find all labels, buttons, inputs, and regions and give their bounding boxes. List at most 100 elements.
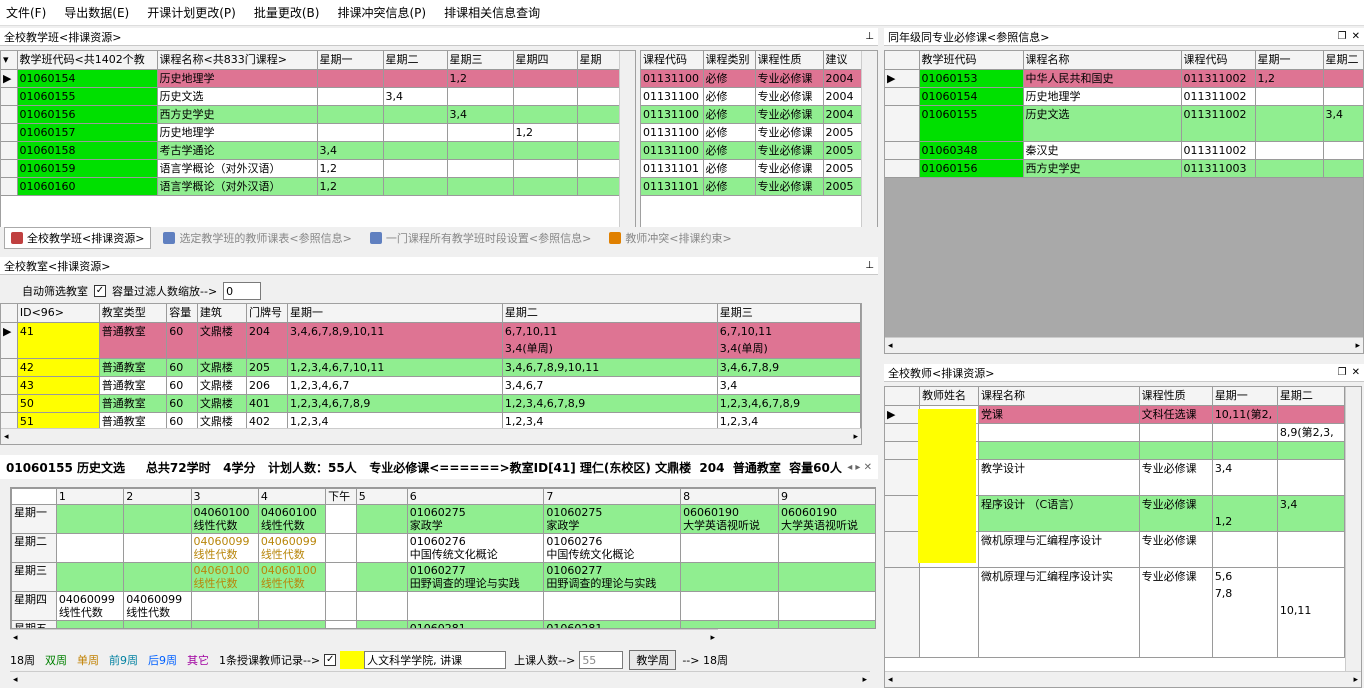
row-indicator[interactable]	[1, 141, 18, 160]
column-header[interactable]: 教学班代码<共1402个教	[17, 51, 158, 70]
restore-icon[interactable]: ❐	[1338, 367, 1347, 378]
table-row[interactable]: 01060156 西方史学史 011311003	[885, 159, 1363, 178]
table-row[interactable]: 01131100 必修 专业必修课 2004	[641, 87, 864, 106]
row-indicator[interactable]	[1, 376, 18, 395]
table-row[interactable]: 01060155 历史文选 3,4	[1, 87, 622, 106]
schedule-cell[interactable]: 06060190 大学英语视听说	[680, 504, 779, 534]
schedule-cell[interactable]	[123, 562, 192, 592]
schedule-cell[interactable]: 01060276 中国传统文化概论	[406, 533, 545, 563]
schedule-cell[interactable]	[190, 620, 259, 628]
column-header[interactable]: 建议	[823, 51, 864, 70]
column-header[interactable]: 门牌号	[246, 304, 288, 323]
menu-item[interactable]: 排课相关信息查询	[444, 4, 540, 21]
column-header[interactable]: 课程代码	[1181, 51, 1256, 70]
column-header[interactable]: 星期二	[383, 51, 448, 70]
column-header[interactable]: 星期二	[1277, 387, 1346, 406]
schedule-cell[interactable]: 06060190 大学英语视听说	[777, 504, 875, 534]
schedule-cell[interactable]: 01060281	[543, 620, 682, 628]
table-row[interactable]: 50 普通教室 60 文鼎楼 401 1,2,3,4,6,7,8,9 1,2,3,4,6,7…	[1, 394, 861, 413]
schedule-cell[interactable]: 01060277 田野调查的理论与实践	[406, 562, 545, 592]
column-header[interactable]: ID<96>	[17, 304, 100, 323]
schedule-cell[interactable]	[777, 591, 875, 621]
table-row[interactable]: ▶ 01060154 历史地理学 1,2	[1, 69, 622, 88]
capacity-filter-input[interactable]	[223, 282, 262, 300]
column-header[interactable]: 课程名称	[978, 387, 1140, 406]
row-indicator[interactable]	[885, 423, 921, 442]
schedule-cell[interactable]	[123, 620, 192, 628]
schedule-cell[interactable]: 01060277 田野调查的理论与实践	[543, 562, 682, 592]
menu-item[interactable]: 文件(F)	[6, 4, 46, 21]
tab-2[interactable]: 一门课程所有教学班时段设置<参照信息>	[364, 228, 597, 248]
pin-icon[interactable]: ⊥	[865, 31, 874, 42]
row-indicator[interactable]: ▶	[1, 322, 18, 359]
schedule-cell[interactable]: 04060099 线性代数	[55, 591, 125, 621]
menu-item[interactable]: 导出数据(E)	[64, 4, 129, 21]
table-row[interactable]: 01060159 语言学概论（对外汉语） 1,2	[1, 159, 622, 178]
pin-icon[interactable]: ⊥	[865, 260, 874, 271]
schedule-cell[interactable]: 01060275 家政学	[406, 504, 545, 534]
horizontal-scrollbar[interactable]: ◂▸	[1, 428, 861, 444]
row-indicator[interactable]	[1, 159, 18, 178]
vertical-scrollbar[interactable]	[619, 51, 635, 229]
teacher-checkbox[interactable]: ✓	[324, 654, 337, 666]
menu-item[interactable]: 批量更改(B)	[254, 4, 320, 21]
column-header[interactable]: 教师姓名	[919, 387, 980, 406]
table-row[interactable]: 01060160 语言学概论（对外汉语） 1,2	[1, 177, 622, 196]
row-indicator[interactable]	[1, 123, 18, 142]
column-header[interactable]: 星期一	[317, 51, 384, 70]
schedule-cell[interactable]	[123, 533, 192, 563]
table-row[interactable]: 01060156 西方史学史 3,4	[1, 105, 622, 124]
schedule-cell[interactable]	[355, 504, 408, 534]
tab-1[interactable]: 选定教学班的教师课表<参照信息>	[157, 228, 357, 248]
schedule-cell[interactable]	[355, 620, 408, 628]
schedule-cell[interactable]: 04060100 线性代数	[257, 504, 327, 534]
auto-filter-checkbox[interactable]: ✓	[94, 285, 106, 297]
table-row[interactable]: 01131100 必修 专业必修课 2005	[641, 123, 864, 142]
schedule-cell[interactable]	[55, 504, 125, 534]
table-row[interactable]: 01131101 必修 专业必修课 2005	[641, 159, 864, 178]
schedule-cell[interactable]: 04060099 线性代数	[190, 533, 259, 563]
schedule-cell[interactable]	[123, 504, 192, 534]
menu-item[interactable]: 排课冲突信息(P)	[337, 4, 426, 21]
schedule-cell[interactable]	[777, 562, 875, 592]
column-header[interactable]: 星期三	[717, 304, 861, 323]
row-indicator[interactable]	[1, 87, 18, 106]
column-header[interactable]: 课程名称<共833门课程>	[157, 51, 318, 70]
table-row[interactable]: ▶ 41 普通教室 60 文鼎楼 204 3,4,6,7,8,9,10,11 6,7,10,1…	[1, 322, 861, 359]
column-header[interactable]: 星期一	[1255, 51, 1324, 70]
row-indicator[interactable]	[885, 495, 921, 532]
schedule-cell[interactable]	[680, 533, 779, 563]
table-row[interactable]: 01060157 历史地理学 1,2	[1, 123, 622, 142]
schedule-cell[interactable]	[355, 562, 408, 592]
close-icon[interactable]: ✕	[1352, 367, 1360, 378]
column-header[interactable]: 课程类别	[703, 51, 756, 70]
column-header[interactable]: 课程名称	[1023, 51, 1182, 70]
column-header[interactable]: 星期三	[447, 51, 514, 70]
row-indicator[interactable]	[1, 105, 18, 124]
schedule-cell[interactable]	[55, 562, 125, 592]
row-indicator[interactable]	[885, 141, 920, 160]
schedule-cell[interactable]: 01060281	[406, 620, 545, 628]
column-header[interactable]: 星期四	[513, 51, 578, 70]
row-indicator[interactable]	[885, 159, 920, 178]
table-row[interactable]: 42 普通教室 60 文鼎楼 205 1,2,3,4,6,7,10,11 3,4,6,7,8…	[1, 358, 861, 377]
row-indicator[interactable]	[885, 531, 921, 568]
column-header[interactable]: 星期一	[1212, 387, 1278, 406]
row-indicator[interactable]	[885, 87, 920, 106]
schedule-cell[interactable]	[55, 620, 125, 628]
row-indicator[interactable]	[885, 105, 920, 142]
row-indicator[interactable]	[885, 441, 921, 460]
schedule-cell[interactable]	[325, 562, 357, 592]
row-indicator[interactable]: ▶	[885, 69, 920, 88]
teacher-info-input[interactable]	[364, 651, 507, 669]
schedule-cell[interactable]	[777, 620, 875, 628]
schedule-cell[interactable]: 04060099 线性代数	[257, 533, 327, 563]
table-row[interactable]: 微机原理与汇编程序设计实 专业必修课 5,6 7,8 10,11	[885, 567, 1346, 658]
column-header[interactable]: 容量	[166, 304, 198, 323]
vertical-scrollbar[interactable]	[861, 51, 877, 229]
row-indicator[interactable]: ▶	[1, 69, 18, 88]
row-indicator-header[interactable]	[885, 51, 920, 70]
table-row[interactable]: ▶ 01060153 中华人民共和国史 011311002 1,2	[885, 69, 1363, 88]
tab-3[interactable]: 教师冲突<排课约束>	[603, 228, 737, 248]
attendance-input[interactable]	[579, 651, 624, 669]
